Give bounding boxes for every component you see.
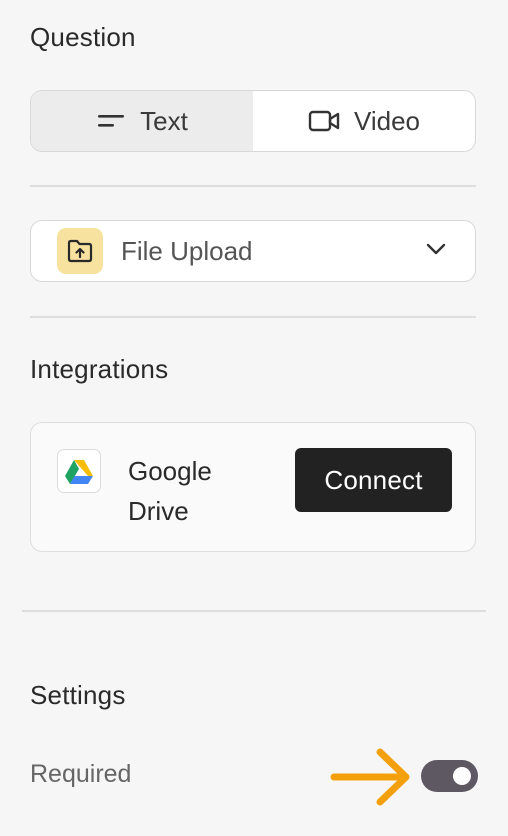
integration-card-google-drive: Google Drive Connect	[30, 422, 476, 552]
folder-upload-icon	[57, 228, 103, 274]
google-drive-icon	[57, 449, 101, 493]
tab-video-label: Video	[353, 105, 421, 136]
answer-type-label: File Upload	[121, 235, 253, 266]
question-type-switch: Text Video	[30, 90, 476, 152]
arrow-right-icon	[330, 744, 416, 815]
question-heading: Question	[30, 22, 136, 52]
integrations-heading: Integrations	[30, 354, 169, 384]
required-toggle[interactable]	[421, 760, 478, 792]
required-label: Required	[30, 760, 132, 788]
connect-button[interactable]: Connect	[295, 448, 452, 512]
divider	[30, 185, 476, 187]
divider	[22, 610, 486, 612]
integration-name: Google Drive	[128, 456, 212, 526]
text-lines-icon	[96, 113, 126, 129]
answer-type-dropdown[interactable]: File Upload	[30, 220, 476, 282]
toggle-knob	[453, 767, 471, 785]
tab-text-label: Text	[140, 105, 188, 136]
tab-video[interactable]: Video	[253, 91, 475, 151]
settings-heading: Settings	[30, 680, 126, 710]
divider	[30, 316, 476, 318]
chevron-down-icon	[425, 242, 447, 261]
tab-text[interactable]: Text	[31, 91, 253, 151]
video-camera-icon	[308, 109, 340, 133]
